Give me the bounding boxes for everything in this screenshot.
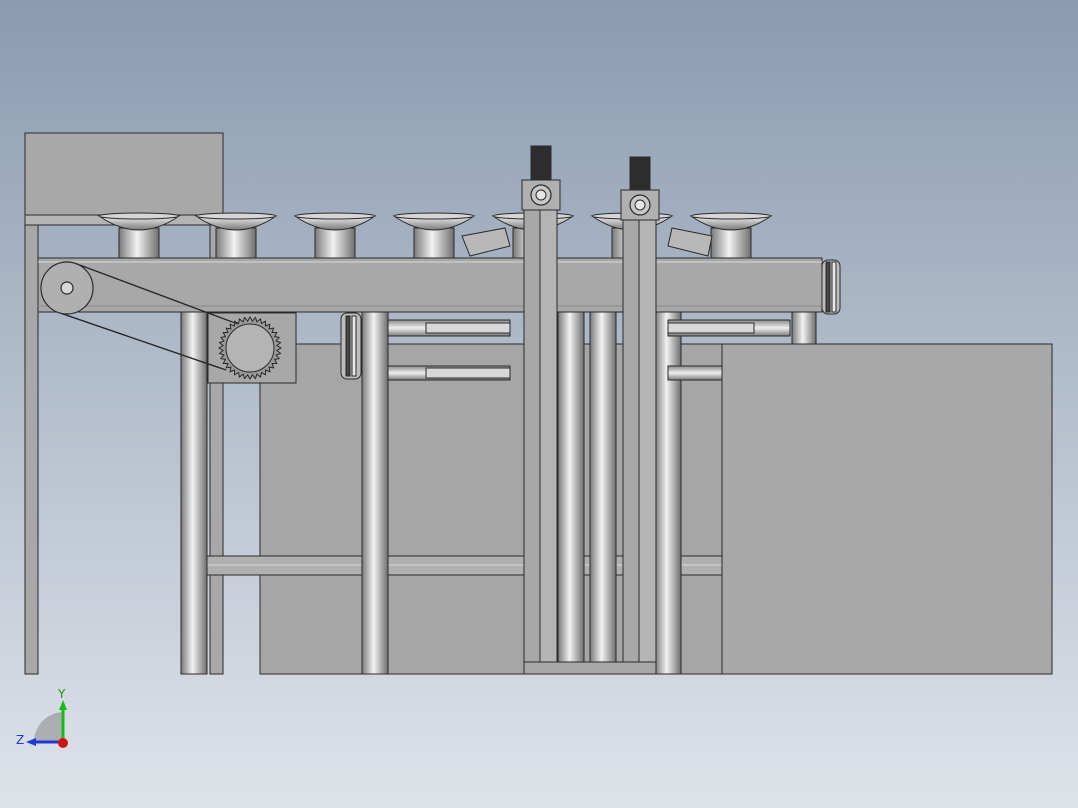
sensor-post: [620, 156, 660, 675]
housing-roller-left: [340, 312, 362, 380]
conveyor-beam: [37, 257, 823, 313]
triad-z-label: Z: [16, 733, 24, 747]
support-cylinder: [589, 311, 617, 675]
sensor-post: [521, 145, 561, 675]
cad-viewport[interactable]: Y Z: [0, 0, 1078, 808]
gear-drive: [207, 312, 297, 384]
support-cylinder: [180, 311, 208, 675]
pulley-right: [821, 259, 841, 315]
support-cylinder: [557, 311, 585, 675]
support-cylinder: [361, 311, 389, 675]
sensor-frame-base: [523, 661, 657, 675]
hopper-box: [24, 132, 224, 216]
triad-y-label: Y: [57, 687, 66, 701]
pulley-hub: [60, 281, 74, 295]
support-cylinder: [791, 311, 817, 345]
right-cabinet: [721, 343, 1053, 675]
hopper-leg-left-outer: [24, 224, 39, 675]
cad-model-view[interactable]: Y Z: [0, 0, 1078, 808]
